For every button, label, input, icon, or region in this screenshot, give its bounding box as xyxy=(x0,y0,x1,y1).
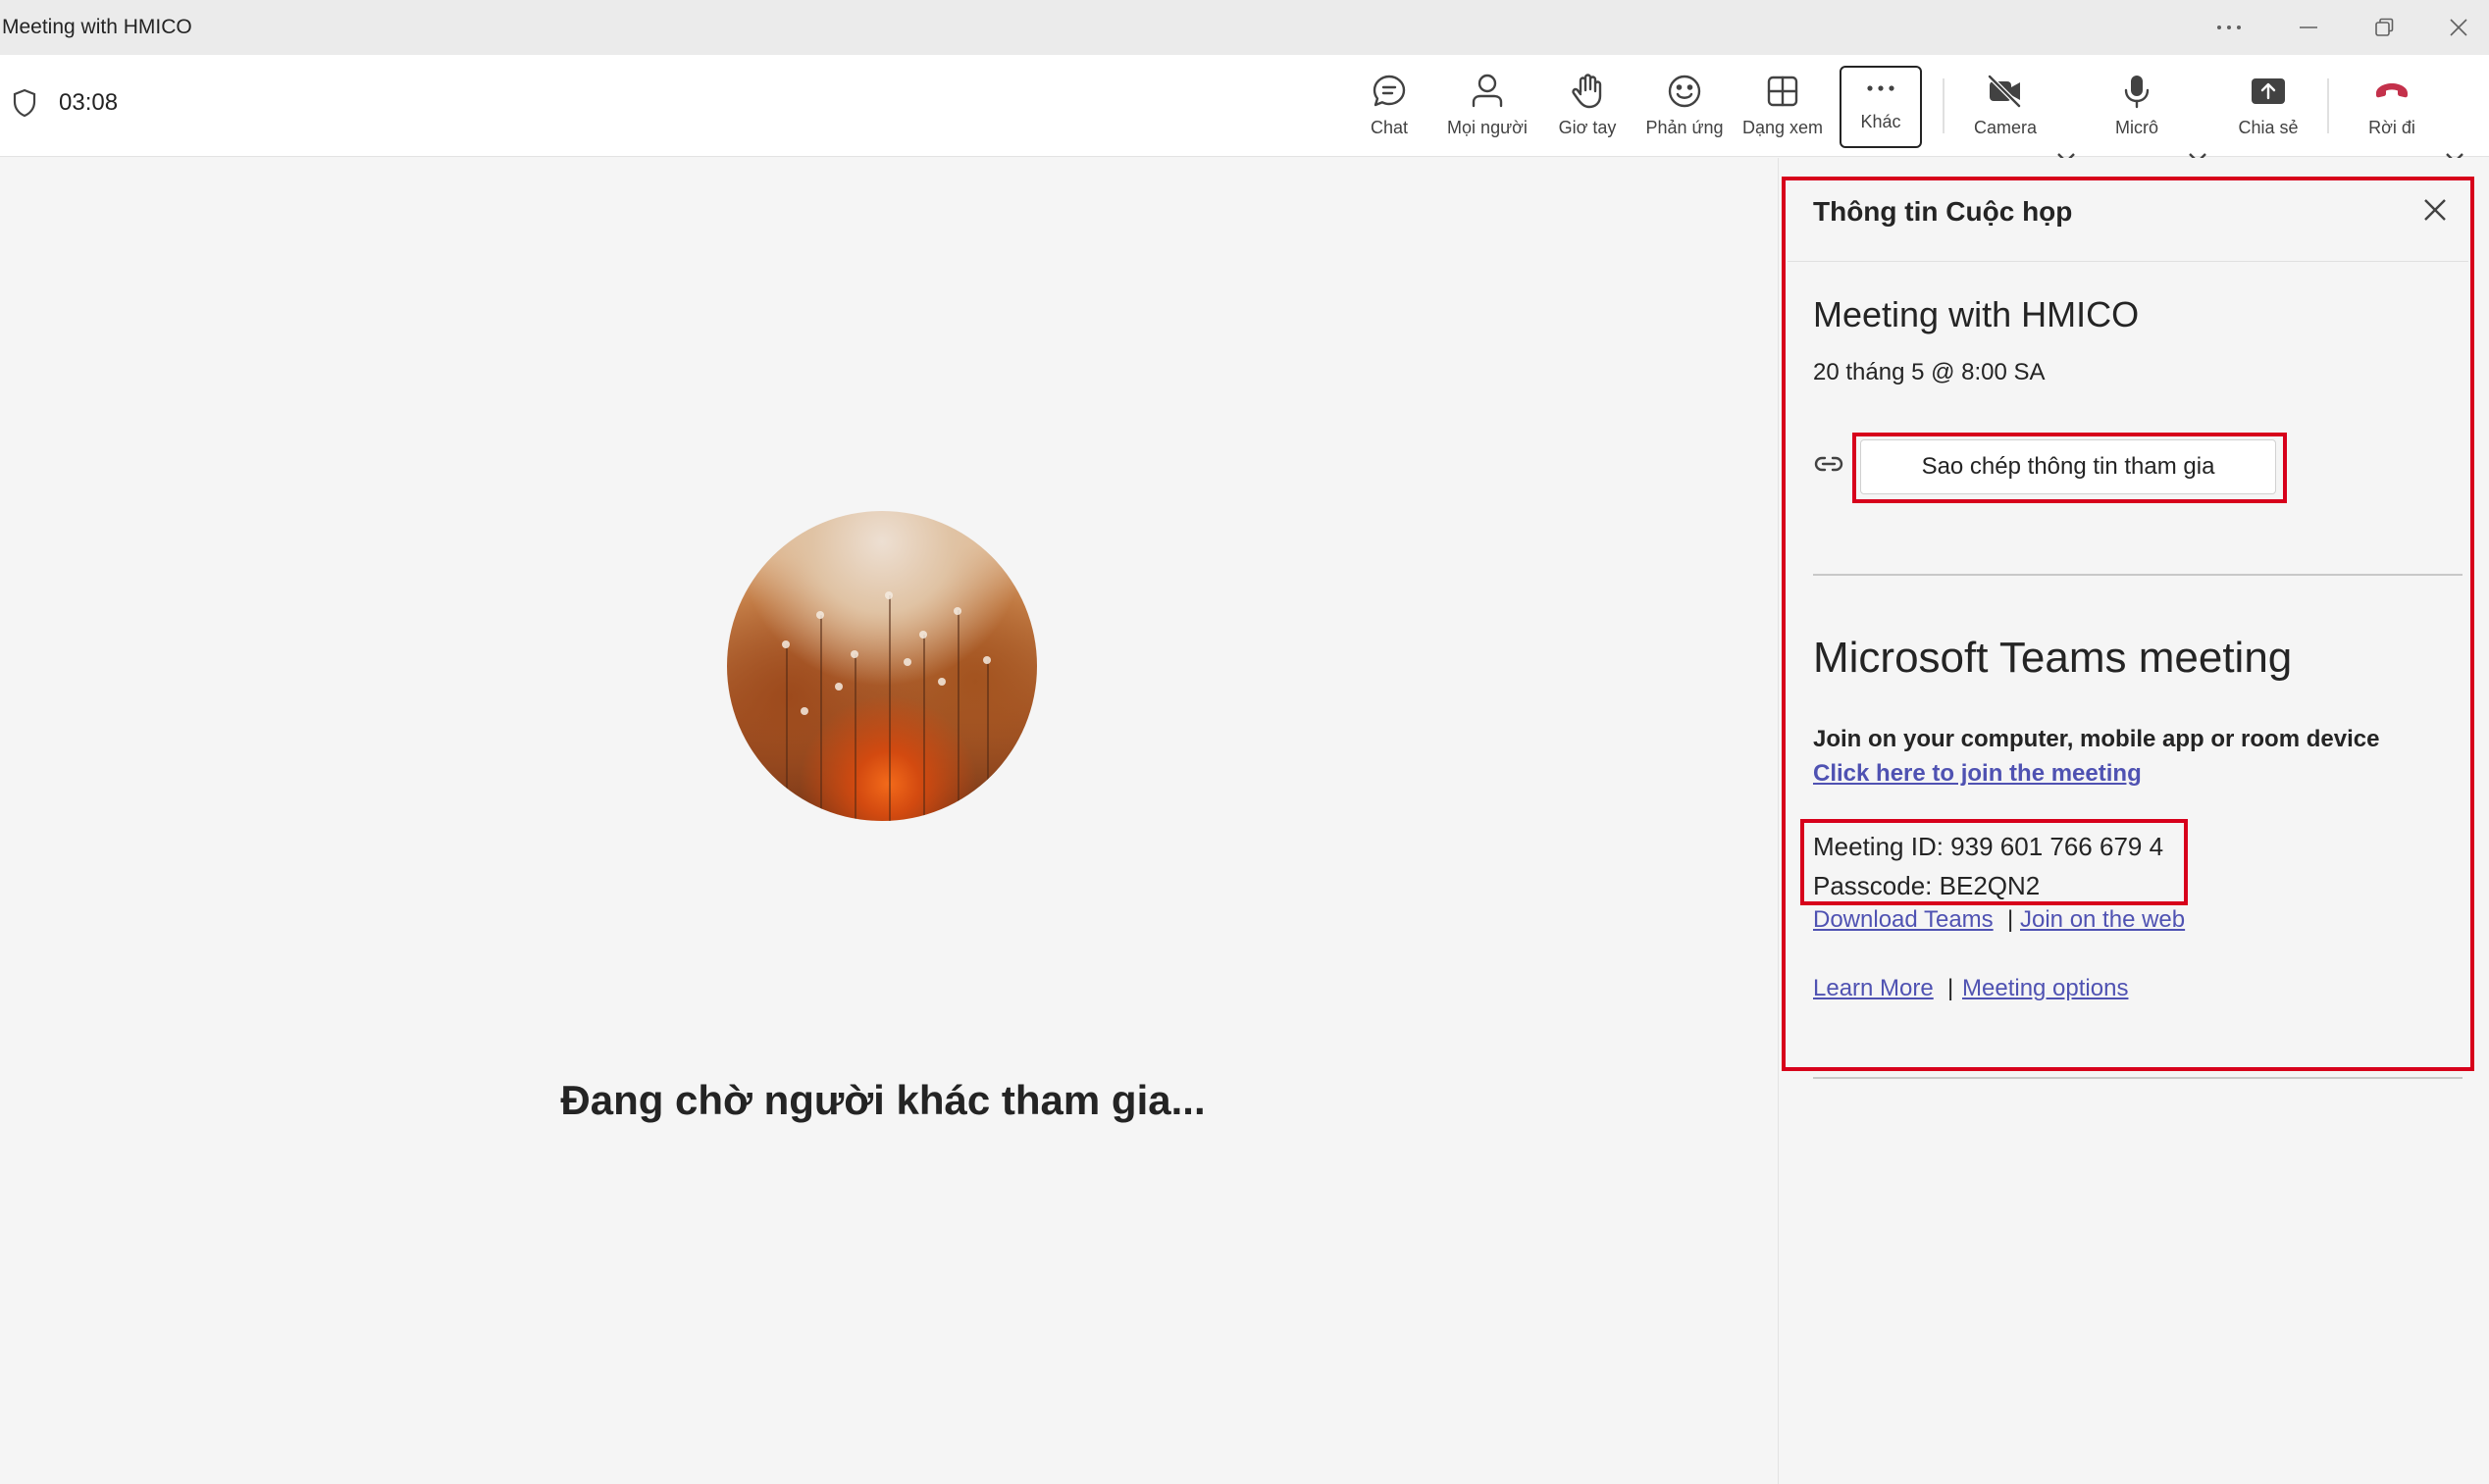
more-icon xyxy=(1867,84,1894,91)
download-teams-link[interactable]: Download Teams xyxy=(1813,906,1994,934)
meeting-options-link[interactable]: Meeting options xyxy=(1962,975,2128,1002)
section-divider xyxy=(1813,574,2463,576)
window-title: Meeting with HMICO xyxy=(2,16,192,38)
people-button[interactable]: Mọi người xyxy=(1438,65,1536,145)
view-label: Dạng xem xyxy=(1741,117,1824,137)
reactions-button[interactable]: Phản ứng xyxy=(1640,65,1729,145)
view-button[interactable]: Dạng xem xyxy=(1738,65,1827,145)
meeting-timer: 03:08 xyxy=(12,88,118,118)
learn-more-link[interactable]: Learn More xyxy=(1813,975,1934,1002)
waiting-text: Đang chờ người khác tham gia... xyxy=(560,1077,1206,1123)
people-icon xyxy=(1472,74,1503,107)
meeting-id-highlight xyxy=(1800,819,2188,905)
share-label: Chia sẻ xyxy=(2238,117,2299,137)
section-divider-bottom xyxy=(1813,1077,2463,1079)
join-meeting-link[interactable]: Click here to join the meeting xyxy=(1813,760,2142,788)
mic-button[interactable]: Micrô xyxy=(2100,65,2174,145)
leave-label: Rời đi xyxy=(2368,117,2415,137)
toolbar-divider xyxy=(1943,78,1945,133)
meeting-date: 20 tháng 5 @ 8:00 SA xyxy=(1813,359,2046,385)
close-window-icon[interactable] xyxy=(2421,0,2489,55)
leave-button[interactable]: Rời đi xyxy=(2353,65,2431,145)
chat-label: Chat xyxy=(1370,117,1409,137)
mic-icon xyxy=(2124,75,2150,108)
more-label: Khác xyxy=(1860,111,1901,131)
camera-label: Camera xyxy=(1973,117,2038,137)
close-panel-icon[interactable] xyxy=(2421,196,2453,228)
join-on-web-link[interactable]: Join on the web xyxy=(2020,906,2185,934)
toolbar-divider-2 xyxy=(2327,78,2329,133)
meeting-stage xyxy=(0,158,1778,1484)
camera-off-icon xyxy=(1987,74,2022,108)
meeting-title: Meeting with HMICO xyxy=(1813,294,2140,334)
timer-text: 03:08 xyxy=(59,89,119,116)
chat-icon xyxy=(1373,75,1406,106)
minimize-icon[interactable] xyxy=(2271,0,2346,55)
chat-button[interactable]: Chat xyxy=(1354,65,1425,145)
people-label: Mọi người xyxy=(1447,117,1528,137)
join-instructions: Join on your computer, mobile app or roo… xyxy=(1813,726,2380,752)
restore-icon[interactable] xyxy=(2347,0,2421,55)
share-icon xyxy=(2252,77,2285,104)
link-separator-2: | xyxy=(1947,975,1954,1001)
camera-button[interactable]: Camera xyxy=(1964,65,2047,145)
title-bar: Meeting with HMICO xyxy=(0,0,2489,55)
reactions-label: Phản ứng xyxy=(1645,117,1724,137)
avatar xyxy=(727,511,1037,821)
link-icon xyxy=(1813,453,1844,480)
raise-hand-button[interactable]: Giơ tay xyxy=(1550,65,1625,145)
raise-hand-icon xyxy=(1572,73,1602,108)
teams-meeting-title: Microsoft Teams meeting xyxy=(1813,634,2293,682)
panel-header-divider xyxy=(1788,261,2468,262)
panel-title: Thông tin Cuộc họp xyxy=(1813,196,2073,227)
hang-up-icon xyxy=(2376,82,2408,97)
copy-join-info-button[interactable]: Sao chép thông tin tham gia xyxy=(1860,439,2276,494)
waiting-message: Đang chờ người khác tham gia... xyxy=(0,1077,1766,1124)
more-options-icon[interactable] xyxy=(2192,0,2266,55)
meeting-toolbar: 03:08 Chat Mọi người Giơ tay Phản ứng Dạ… xyxy=(0,55,2489,164)
grid-view-icon xyxy=(1767,76,1798,106)
share-button[interactable]: Chia sẻ xyxy=(2229,65,2308,145)
smile-icon xyxy=(1668,75,1701,107)
mic-label: Micrô xyxy=(2115,117,2158,137)
shield-icon xyxy=(13,88,36,118)
link-separator: | xyxy=(2007,906,2014,933)
raise-hand-label: Giơ tay xyxy=(1558,117,1617,137)
more-button[interactable]: Khác xyxy=(1840,66,1922,148)
